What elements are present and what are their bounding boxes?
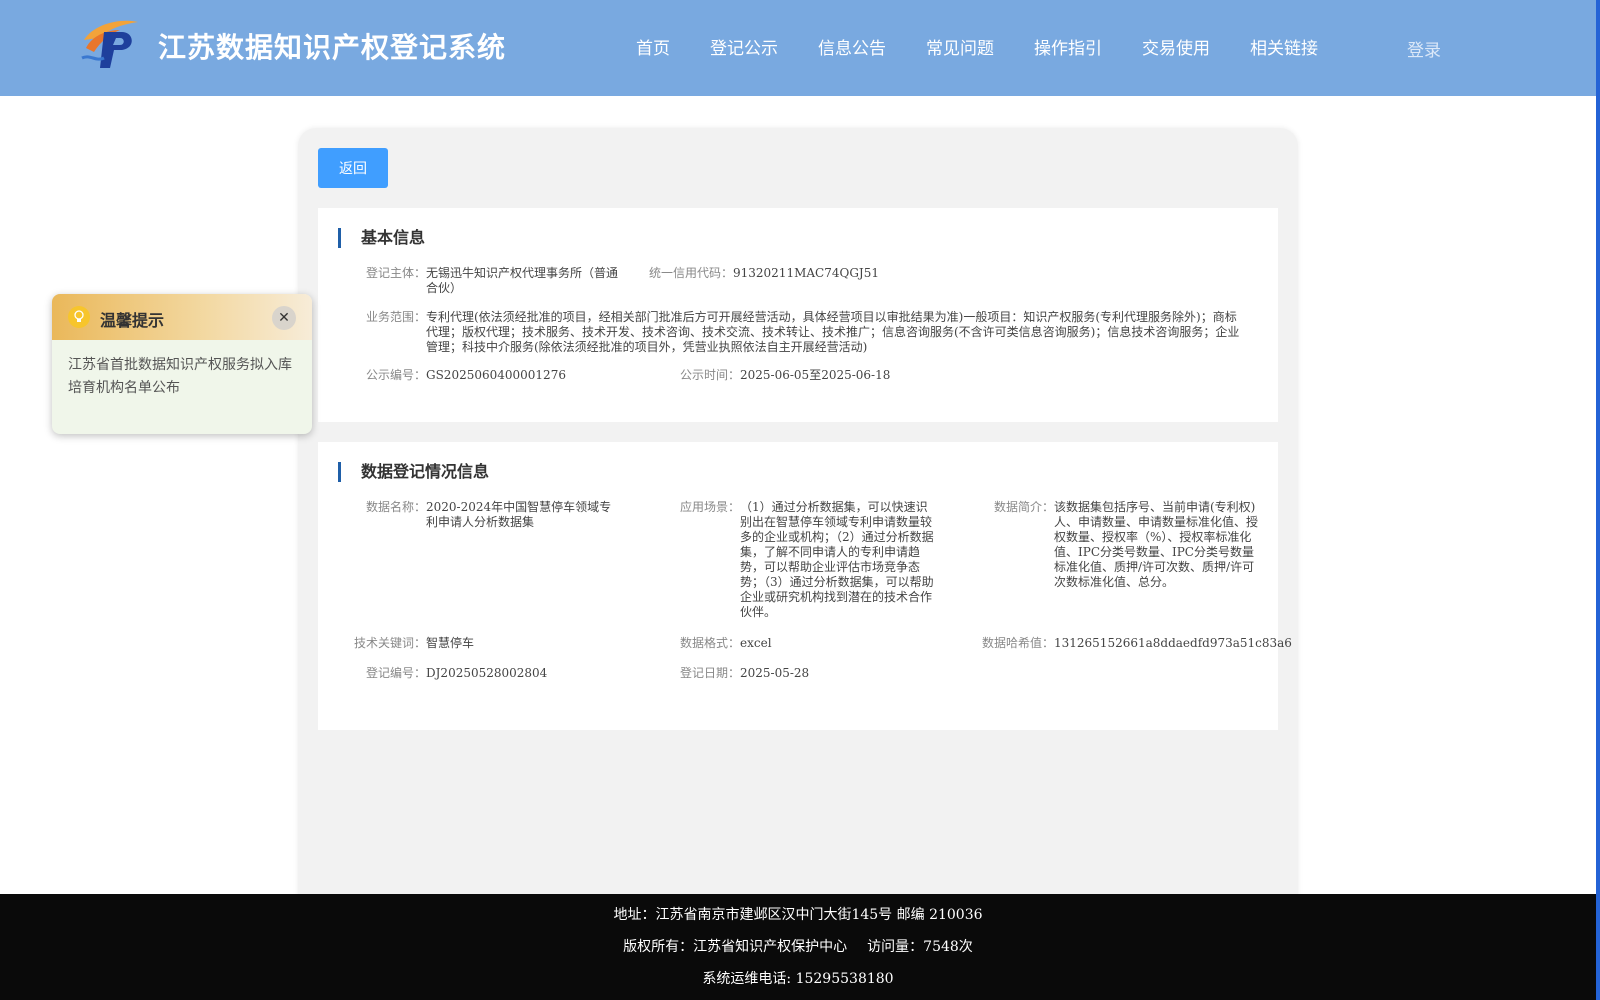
field-label: 业务范围： bbox=[365, 310, 426, 324]
field-label: 数据哈希值： bbox=[981, 636, 1054, 650]
nav-item-trade[interactable]: 交易使用 bbox=[1142, 34, 1210, 62]
bulb-icon bbox=[68, 306, 90, 328]
notice-message[interactable]: 江苏省首批数据知识产权服务拟入库培育机构名单公布 bbox=[52, 340, 312, 414]
scrollbar[interactable] bbox=[1596, 0, 1600, 1000]
footer-copyright: 版权所有：江苏省知识产权保护中心 bbox=[623, 939, 848, 955]
field-value: excel bbox=[740, 636, 772, 650]
field-label: 统一信用代码： bbox=[648, 266, 733, 280]
top-header: 江苏数据知识产权登记系统 首页 登记公示 信息公告 常见问题 操作指引 交易使用… bbox=[0, 0, 1596, 96]
nav-item-announcements[interactable]: 信息公告 bbox=[818, 34, 886, 62]
close-icon[interactable]: ✕ bbox=[272, 306, 296, 330]
notice-header: 温馨提示 ✕ bbox=[52, 294, 312, 340]
field-value: DJ20250528002804 bbox=[426, 666, 548, 680]
field-value: 该数据集包括序号、当前申请(专利权)人、申请数量、申请数量标准化值、授权数量、授… bbox=[1054, 500, 1259, 589]
nav-item-links[interactable]: 相关链接 bbox=[1250, 34, 1318, 62]
logo-icon[interactable] bbox=[80, 18, 140, 70]
field-value: GS2025060400001276 bbox=[426, 368, 566, 382]
field-label: 登记编号： bbox=[365, 666, 426, 680]
field-label: 登记主体： bbox=[365, 266, 426, 280]
login-link[interactable]: 登录 bbox=[1407, 36, 1441, 61]
back-button[interactable]: 返回 bbox=[318, 148, 388, 188]
field-label: 数据简介： bbox=[993, 500, 1054, 514]
field-label: 技术关键词： bbox=[353, 636, 426, 650]
footer-copyright-row: 版权所有：江苏省知识产权保护中心 访问量：7548次 bbox=[0, 936, 1596, 956]
site-title: 江苏数据知识产权登记系统 bbox=[158, 31, 507, 64]
nav-item-faq[interactable]: 常见问题 bbox=[926, 34, 994, 62]
section-title-basic: 基本信息 bbox=[338, 228, 425, 248]
footer-phone: 系统运维电话: 15295538180 bbox=[702, 971, 894, 987]
notice-title: 温馨提示 bbox=[100, 311, 165, 330]
field-value: 131265152661a8ddaedfd973a51c83a6 bbox=[1054, 636, 1292, 650]
field-value: 智慧停车 bbox=[426, 636, 475, 650]
data-registration-card: 数据登记情况信息 数据名称： 2020-2024年中国智慧停车领域专利申请人分析… bbox=[318, 442, 1292, 730]
field-label: 数据格式： bbox=[679, 636, 740, 650]
footer-address: 地址：江苏省南京市建邺区汉中门大街145号 邮编 210036 bbox=[613, 907, 983, 923]
section-title-data: 数据登记情况信息 bbox=[338, 462, 489, 482]
field-value: （1）通过分析数据集，可以快速识别出在智慧停车领域专利申请数量较多的企业或机构；… bbox=[740, 500, 934, 619]
field-label: 应用场景： bbox=[679, 500, 740, 514]
nav-item-registration-notice[interactable]: 登记公示 bbox=[710, 34, 778, 62]
detail-panel: 返回 基本信息 登记主体： 无锡迅牛知识产权代理事务所（普通合伙） 统一信用代码… bbox=[298, 128, 1298, 900]
field-value: 91320211MAC74QGJ51 bbox=[733, 266, 879, 280]
page-footer: 地址：江苏省南京市建邺区汉中门大街145号 邮编 210036 版权所有：江苏省… bbox=[0, 894, 1596, 1000]
notice-popup: 温馨提示 ✕ 江苏省首批数据知识产权服务拟入库培育机构名单公布 bbox=[52, 294, 312, 434]
field-value: 2025-05-28 bbox=[740, 666, 810, 680]
field-label: 登记日期： bbox=[679, 666, 740, 680]
field-value: 专利代理(依法须经批准的项目，经相关部门批准后方可开展经营活动，具体经营项目以审… bbox=[426, 310, 1240, 354]
basic-info-card: 基本信息 登记主体： 无锡迅牛知识产权代理事务所（普通合伙） 统一信用代码： 9… bbox=[318, 208, 1278, 422]
field-value: 无锡迅牛知识产权代理事务所（普通合伙） bbox=[426, 266, 619, 295]
footer-visits: 访问量：7548次 bbox=[867, 939, 973, 955]
field-value: 2025-06-05至2025-06-18 bbox=[740, 368, 891, 382]
field-label: 数据名称： bbox=[365, 500, 426, 514]
nav-item-guide[interactable]: 操作指引 bbox=[1034, 34, 1102, 62]
field-value: 2020-2024年中国智慧停车领域专利申请人分析数据集 bbox=[426, 500, 612, 529]
main-nav: 首页 登记公示 信息公告 常见问题 操作指引 交易使用 相关链接 bbox=[620, 34, 1358, 62]
field-label: 公示时间： bbox=[679, 368, 740, 382]
nav-item-home[interactable]: 首页 bbox=[636, 34, 670, 62]
field-label: 公示编号： bbox=[365, 368, 426, 382]
